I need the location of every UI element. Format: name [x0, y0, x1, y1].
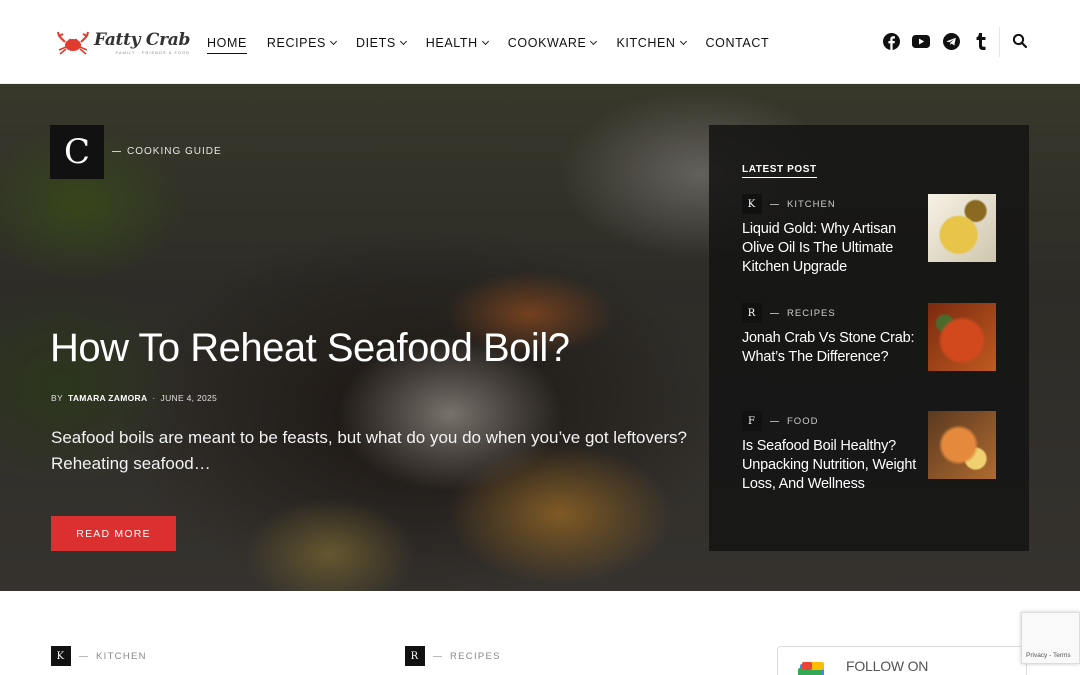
- latest-post-item: K KITCHEN Liquid Gold: Why Artisan Olive…: [742, 194, 996, 277]
- follow-on-google-news[interactable]: FOLLOW ON: [777, 646, 1027, 675]
- hero-title[interactable]: How To Reheat Seafood Boil?: [50, 326, 570, 371]
- crab-logo-icon: [57, 31, 89, 55]
- nav-recipes[interactable]: RECIPES: [266, 34, 338, 52]
- crab-thumbnail[interactable]: [928, 303, 996, 371]
- logo-tagline: FAMILY · FRIENDS & FOOD: [115, 49, 191, 55]
- read-more-button[interactable]: READ MORE: [51, 516, 176, 551]
- chevron-down-icon: [329, 37, 338, 46]
- category-letter-badge: R: [405, 646, 425, 666]
- hero-excerpt: Seafood boils are meant to be feasts, bu…: [51, 428, 688, 473]
- seafood-boil-thumbnail[interactable]: [928, 411, 996, 479]
- category-label: KITCHEN: [96, 650, 147, 662]
- latest-post-title[interactable]: Liquid Gold: Why Artisan Olive Oil Is Th…: [742, 220, 920, 277]
- meta-separator: ·: [152, 393, 156, 403]
- by-label: BY: [51, 393, 63, 403]
- category-letter-badge: F: [742, 411, 762, 431]
- tumblr-icon[interactable]: [972, 32, 990, 50]
- dash-separator: [770, 312, 779, 314]
- nav-label: KITCHEN: [616, 36, 676, 50]
- category-label: KITCHEN: [787, 198, 836, 210]
- chevron-down-icon: [399, 37, 407, 46]
- category-letter-badge: R: [742, 303, 762, 323]
- main-nav: HOME RECIPES DIETS HEALTH COOKWARE KITCH…: [207, 34, 789, 54]
- category-label: RECIPES: [450, 650, 501, 662]
- latest-post-title[interactable]: Is Seafood Boil Healthy? Unpacking Nutri…: [742, 437, 920, 494]
- category-letter-badge: K: [51, 646, 71, 666]
- hero-category-label: COOKING GUIDE: [127, 146, 222, 157]
- latest-post-title[interactable]: Jonah Crab Vs Stone Crab: What’s The Dif…: [742, 329, 920, 367]
- nav-label: CONTACT: [705, 36, 770, 50]
- nav-label: DIETS: [355, 36, 396, 50]
- nav-health[interactable]: HEALTH: [425, 34, 489, 52]
- recaptcha-badge[interactable]: Privacy - Terms: [1021, 612, 1080, 664]
- facebook-icon[interactable]: [882, 32, 900, 50]
- site-logo[interactable]: Fatty Crab FAMILY · FRIENDS & FOOD: [56, 28, 190, 58]
- dash-separator: [770, 420, 779, 422]
- recaptcha-links[interactable]: Privacy - Terms: [1026, 652, 1071, 659]
- telegram-icon[interactable]: [942, 32, 960, 50]
- site-header: Fatty Crab FAMILY · FRIENDS & FOOD HOME …: [0, 0, 1080, 84]
- youtube-icon[interactable]: [912, 32, 930, 50]
- chevron-down-icon: [590, 37, 598, 46]
- nav-cookware[interactable]: COOKWARE: [507, 34, 598, 52]
- social-links: [882, 32, 990, 50]
- nav-label: RECIPES: [266, 36, 326, 50]
- dash-separator: [433, 655, 442, 657]
- latest-post-item: R RECIPES Jonah Crab Vs Stone Crab: What…: [742, 303, 996, 371]
- chevron-down-icon: [481, 37, 489, 46]
- latest-post-item: F FOOD Is Seafood Boil Healthy? Unpackin…: [742, 411, 996, 494]
- olive-oil-thumbnail[interactable]: [928, 194, 996, 262]
- latest-post-panel: LATEST POST K KITCHEN Liquid Gold: Why A…: [709, 125, 1029, 551]
- logo-name: Fatty Crab: [94, 29, 191, 50]
- bottom-category-recipes[interactable]: R RECIPES: [405, 646, 501, 666]
- nav-label: HOME: [207, 35, 247, 50]
- category-label: FOOD: [787, 415, 819, 427]
- featured-hero: C COOKING GUIDE How To Reheat Seafood Bo…: [0, 84, 1080, 591]
- category-label: RECIPES: [787, 307, 836, 319]
- dash-separator: [112, 150, 121, 152]
- nav-diets[interactable]: DIETS: [355, 34, 407, 52]
- author-link[interactable]: TAMARA ZAMORA: [68, 393, 147, 403]
- post-date: JUNE 4, 2025: [160, 393, 218, 403]
- chevron-down-icon: [679, 37, 687, 46]
- nav-home[interactable]: HOME: [207, 34, 247, 54]
- nav-label: COOKWARE: [507, 36, 587, 50]
- hero-meta: BY TAMARA ZAMORA · JUNE 4, 2025: [51, 393, 217, 403]
- hero-category-link[interactable]: COOKING GUIDE: [112, 146, 222, 157]
- nav-label: HEALTH: [425, 36, 478, 50]
- google-news-icon: [798, 662, 824, 675]
- dash-separator: [79, 655, 88, 657]
- nav-kitchen[interactable]: KITCHEN: [616, 34, 687, 52]
- follow-label: FOLLOW ON: [846, 658, 929, 674]
- category-letter-badge: C: [50, 125, 104, 179]
- logo-text: Fatty Crab FAMILY · FRIENDS & FOOD: [94, 29, 191, 55]
- search-icon[interactable]: [1012, 33, 1030, 51]
- nav-contact[interactable]: CONTACT: [706, 34, 770, 52]
- bottom-category-kitchen[interactable]: K KITCHEN: [51, 646, 147, 666]
- dash-separator: [770, 203, 779, 205]
- category-letter-badge: K: [742, 194, 762, 214]
- latest-post-heading: LATEST POST: [742, 164, 817, 178]
- header-divider: [999, 27, 1000, 57]
